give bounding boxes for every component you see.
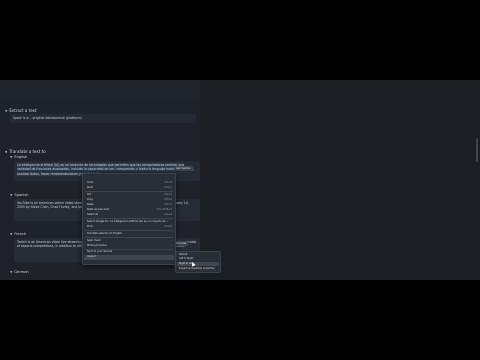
menu-item-send-devices[interactable]: Send to your devices: [87, 250, 112, 254]
menu-item-paste[interactable]: Paste: [87, 203, 93, 207]
sources-button[interactable]: Sources: [174, 241, 189, 246]
context-menu: Undo Ctrl+Z Redo Ctrl+Y Cut Ctrl+X Copy …: [82, 173, 176, 265]
chevron-down-icon: ▼: [10, 270, 13, 274]
menu-divider: [85, 230, 173, 231]
menu-item-search-google[interactable]: Search Google for "La inteligencia artif…: [87, 220, 171, 224]
extract-result[interactable]: Spain is a... original deindonesia (plat…: [10, 114, 196, 123]
shortcut-label: Ctrl+Shift+V: [156, 208, 172, 211]
menu-divider: [85, 237, 173, 238]
shortcut-label: Ctrl+C: [164, 198, 172, 201]
menu-divider: [85, 218, 173, 219]
language-label: Spanish: [14, 193, 29, 197]
menu-item-redo[interactable]: Redo: [87, 186, 93, 190]
right-pane: [200, 80, 480, 280]
translate-section-header[interactable]: ▼ Translate a text to: [5, 149, 46, 154]
chevron-down-icon: ▼: [5, 150, 8, 154]
language-label: German: [14, 270, 29, 274]
submenu-item-ltr[interactable]: Left to Right: [179, 257, 193, 261]
extract-result-text: Spain is a... original deindonesia (plat…: [13, 116, 82, 120]
menu-item-copy[interactable]: Copy: [87, 198, 93, 202]
ask-button[interactable]: Ask Gemini: [174, 166, 193, 171]
extract-section-header[interactable]: ▼ Extract a text: [5, 108, 37, 113]
shortcut-label: Ctrl+V: [164, 203, 172, 206]
shortcut-label: Ctrl+X: [164, 193, 172, 196]
writing-direction-submenu: Default Left to Right Right to Left Insp…: [175, 251, 221, 273]
menu-item-writing-direction[interactable]: Writing Direction: [87, 244, 107, 248]
chevron-down-icon: ▼: [10, 232, 13, 236]
language-spanish[interactable]: ▼ Spanish: [10, 193, 29, 197]
language-english[interactable]: ▼ English: [10, 155, 27, 159]
menu-highlight: [84, 255, 174, 260]
chevron-down-icon: ▼: [5, 109, 8, 113]
menu-item-undo[interactable]: Undo: [87, 181, 93, 185]
chevron-down-icon: ▼: [10, 155, 13, 159]
shortcut-label: Ctrl+Y: [164, 186, 172, 189]
menu-item-spell-check[interactable]: Spell check: [87, 239, 101, 243]
shortcut-label: Ctrl+P: [164, 225, 172, 228]
shortcut-label: Ctrl+Z: [164, 181, 172, 184]
language-label: English: [14, 155, 28, 159]
translate-section-label: Translate a text to: [9, 149, 46, 154]
menu-item-translate[interactable]: Translate selection to English: [87, 232, 122, 236]
chevron-down-icon: ▼: [10, 193, 13, 197]
submenu-item-accessibility[interactable]: Inspect accessibility properties: [179, 267, 215, 271]
menu-item-paste-plain[interactable]: Paste as plain text: [87, 208, 109, 212]
menu-item-inspect[interactable]: Inspect: [87, 255, 96, 259]
menu-item-cut[interactable]: Cut: [87, 193, 91, 197]
menu-divider: [85, 191, 173, 192]
top-bar: [0, 80, 200, 102]
chevron-right-icon: ›: [171, 239, 172, 242]
language-french[interactable]: ▼ French: [10, 232, 26, 236]
shortcut-label: Ctrl+A: [164, 213, 172, 216]
language-label: French: [14, 232, 27, 236]
language-german[interactable]: ▼ German: [10, 270, 29, 274]
menu-item-print[interactable]: Print...: [87, 225, 95, 229]
app-window: ▼ Extract a text Spain is a... original d…: [0, 80, 480, 280]
extract-section-label: Extract a text: [9, 108, 37, 113]
menu-item-select-all[interactable]: Select all: [87, 213, 98, 217]
chevron-right-icon: ›: [171, 244, 172, 247]
scrollbar[interactable]: [476, 138, 478, 162]
